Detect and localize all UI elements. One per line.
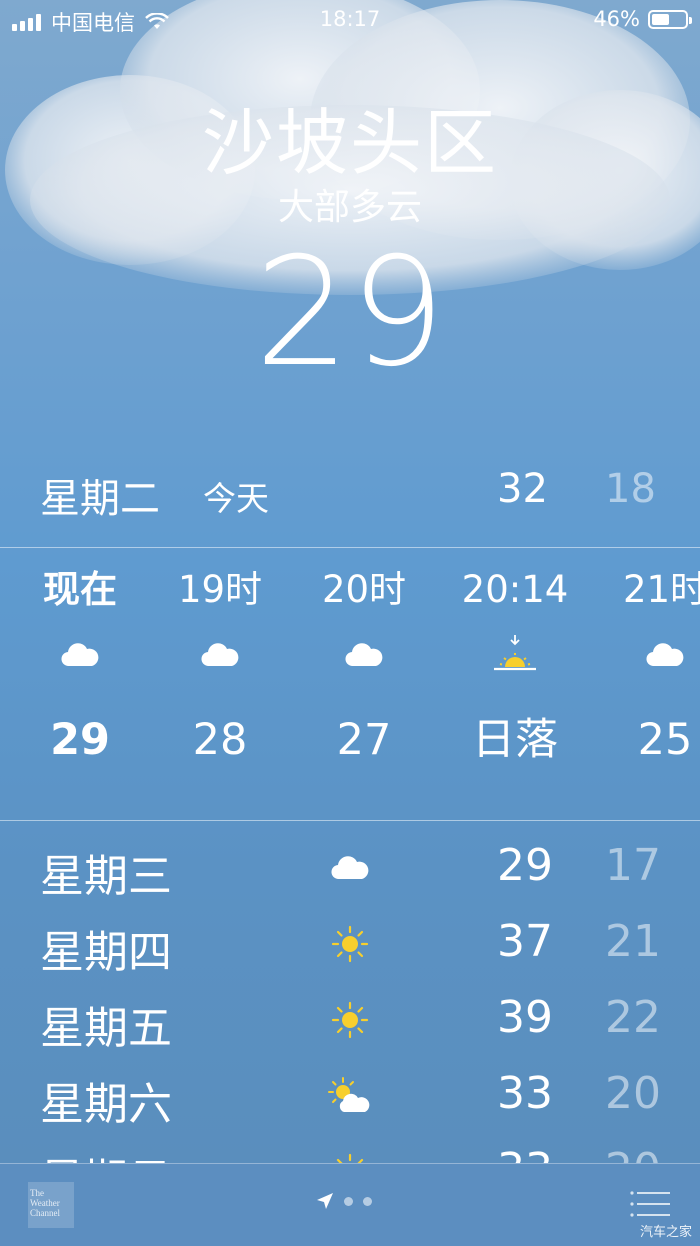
daily-low: 17 [605,840,661,891]
daily-low: 20 [605,1144,661,1163]
daily-high: 33 [497,1068,553,1119]
cloud-icon [331,856,369,880]
hour-time: 20时 [321,568,407,611]
today-day: 星期二 [40,476,160,522]
battery-icon [648,9,692,29]
daily-row: 星期五 39 22 [0,990,700,1066]
daily-low: 20 [605,1068,661,1119]
status-bar: 中国电信 18:17 46% [0,0,700,40]
page-dot [363,1196,372,1206]
today-low: 18 [605,466,656,512]
location-arrow-icon [317,1193,333,1209]
hour-item: 20时 27 [294,560,434,772]
partly-sunny-icon [328,1077,370,1112]
today-high: 32 [497,466,548,512]
hour-temperature: 25 [637,715,693,765]
daily-high: 29 [497,840,553,891]
hour-time: 19时 [177,568,263,611]
sunset-icon [494,635,536,671]
bottom-toolbar: The Weather Channel 汽车之家 [0,1163,700,1246]
page-indicator[interactable] [316,1192,372,1210]
hourly-forecast[interactable]: 现在 29 19时 28 20时 27 20:14 日落 21时 25 [0,560,700,810]
daily-row: 星期六 33 20 [0,1066,700,1142]
hour-item: 现在 29 [10,560,150,772]
divider [0,547,700,548]
sun-icon [331,925,369,963]
divider [0,820,700,821]
current-temperature: 29 [254,226,446,400]
hour-item: 20:14 日落 [445,560,585,772]
daily-day: 星期四 [40,927,172,978]
battery-percent: 46% [593,7,640,31]
hour-item: 21时 25 [595,560,700,772]
hour-item: 19时 28 [150,560,290,772]
hour-time: 现在 [43,568,117,611]
daily-high: 39 [497,992,553,1043]
sun-icon [336,1153,364,1163]
daily-low: 21 [605,916,661,967]
hour-time: 21时 [622,568,700,611]
daily-forecast[interactable]: 星期三 29 17 星期四 37 21 星期五 39 22 星期六 33 20 … [0,838,700,1163]
cloud-icon [345,643,383,667]
hour-temperature: 27 [336,715,392,765]
daily-high: 37 [497,916,553,967]
daily-row: 星期三 29 17 [0,838,700,914]
page-dot [344,1196,353,1206]
daily-day: 星期日 [40,1144,172,1163]
cloud-icon [646,643,684,667]
watermark: 汽车之家 [639,1225,692,1240]
daily-day: 星期三 [40,851,172,902]
daily-row: 星期四 37 21 [0,914,700,990]
sun-icon [331,1001,369,1039]
city-list-icon[interactable] [630,1190,670,1218]
daily-day: 星期六 [40,1079,172,1130]
hour-temperature: 29 [50,715,110,765]
daily-row: 星期日 33 20 [0,1142,700,1163]
daily-low: 22 [605,992,661,1043]
today-row: 星期二 今天 32 18 [0,458,700,522]
hour-time: 20:14 [461,568,569,611]
weather-channel-logo[interactable]: The Weather Channel [28,1182,74,1228]
cloud-icon [201,643,239,667]
cloud-icon [61,643,99,667]
city-name: 沙坡头区 [201,101,498,185]
weather-condition: 大部多云 [277,187,422,228]
daily-high: 33 [497,1144,553,1163]
hour-temperature: 28 [192,715,248,765]
hour-temperature: 日落 [472,715,558,765]
today-label: 今天 [203,479,269,518]
daily-day: 星期五 [40,1003,172,1054]
